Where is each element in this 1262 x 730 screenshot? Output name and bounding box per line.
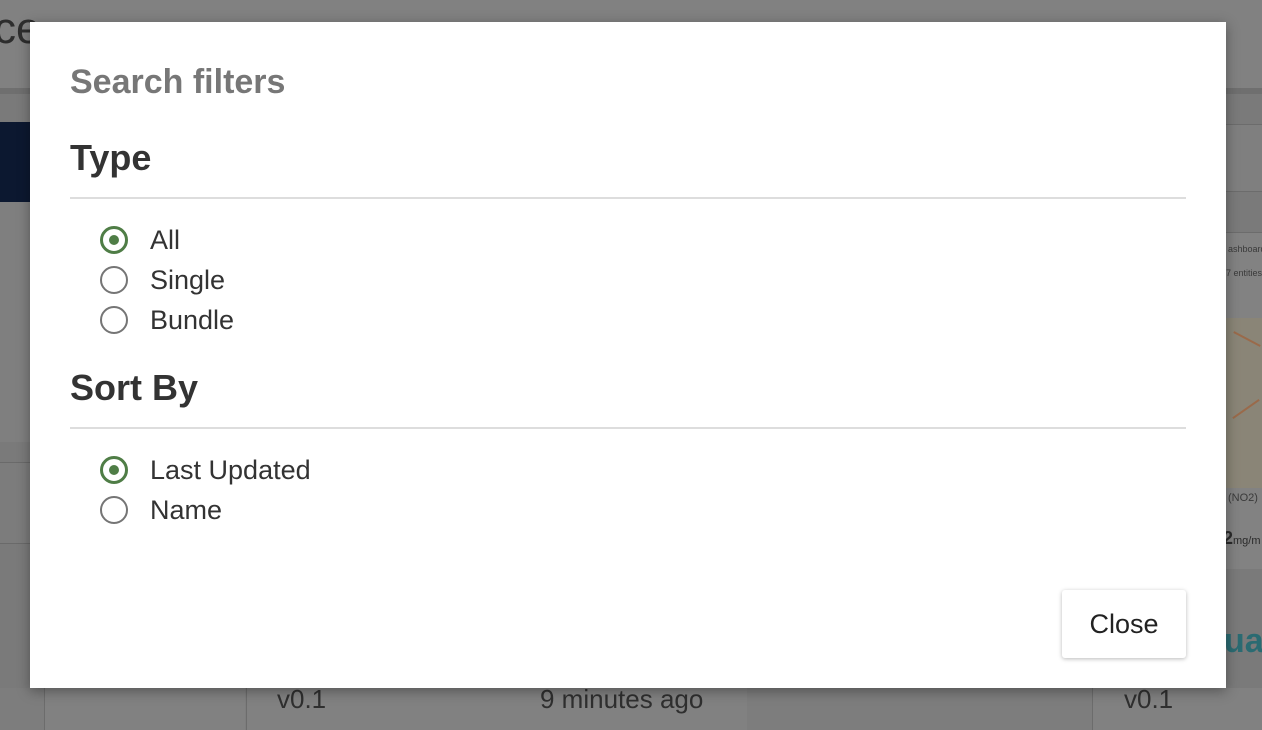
radio-button[interactable] <box>100 266 128 294</box>
radio-dot-icon <box>109 465 119 475</box>
type-option-bundle[interactable]: Bundle <box>100 302 234 338</box>
radio-button[interactable] <box>100 496 128 524</box>
type-option-label: All <box>150 225 181 255</box>
background-right-card <box>1226 124 1262 192</box>
close-button[interactable]: Close <box>1062 590 1186 658</box>
sort-option-label: Name <box>150 495 223 525</box>
radio-button[interactable] <box>100 306 128 334</box>
background-card-link: ual <box>1224 622 1262 660</box>
type-option-all[interactable]: All <box>100 222 180 258</box>
background-left-row <box>0 462 30 544</box>
sort-option-name[interactable]: Name <box>100 492 222 528</box>
sort-section-heading: Sort By <box>70 367 199 408</box>
sort-section-divider <box>70 427 1186 429</box>
background-updated-time: 9 minutes ago <box>540 684 704 714</box>
background-thumb-caption: ashboard <box>1228 244 1262 254</box>
sort-option-last-updated[interactable]: Last Updated <box>100 452 311 488</box>
background-nav-block <box>0 122 30 202</box>
search-filters-dialog: Search filters Type All Single Bundle So… <box>30 22 1226 688</box>
type-option-label: Single <box>150 265 226 295</box>
type-section-divider <box>70 197 1186 199</box>
type-section-heading: Type <box>70 137 152 178</box>
sort-option-label: Last Updated <box>150 455 311 485</box>
background-thumb-value: 2mg/m <box>1223 528 1261 548</box>
background-footer-cell <box>1092 688 1262 730</box>
background-left-panel <box>0 202 30 442</box>
type-option-label: Bundle <box>150 305 235 335</box>
type-option-single[interactable]: Single <box>100 262 225 298</box>
dialog-title: Search filters <box>70 63 286 101</box>
background-thumb-entities: 7 entities <box>1226 268 1262 278</box>
background-map-thumbnail <box>1226 318 1262 488</box>
background-footer-cell <box>44 688 245 730</box>
background-version-right: v0.1 <box>1124 684 1174 714</box>
background-thumb-pollutant: (NO2) <box>1228 492 1258 504</box>
background-version-left: v0.1 <box>277 684 327 714</box>
radio-button-checked[interactable] <box>100 226 128 254</box>
radio-button-checked[interactable] <box>100 456 128 484</box>
radio-dot-icon <box>109 235 119 245</box>
